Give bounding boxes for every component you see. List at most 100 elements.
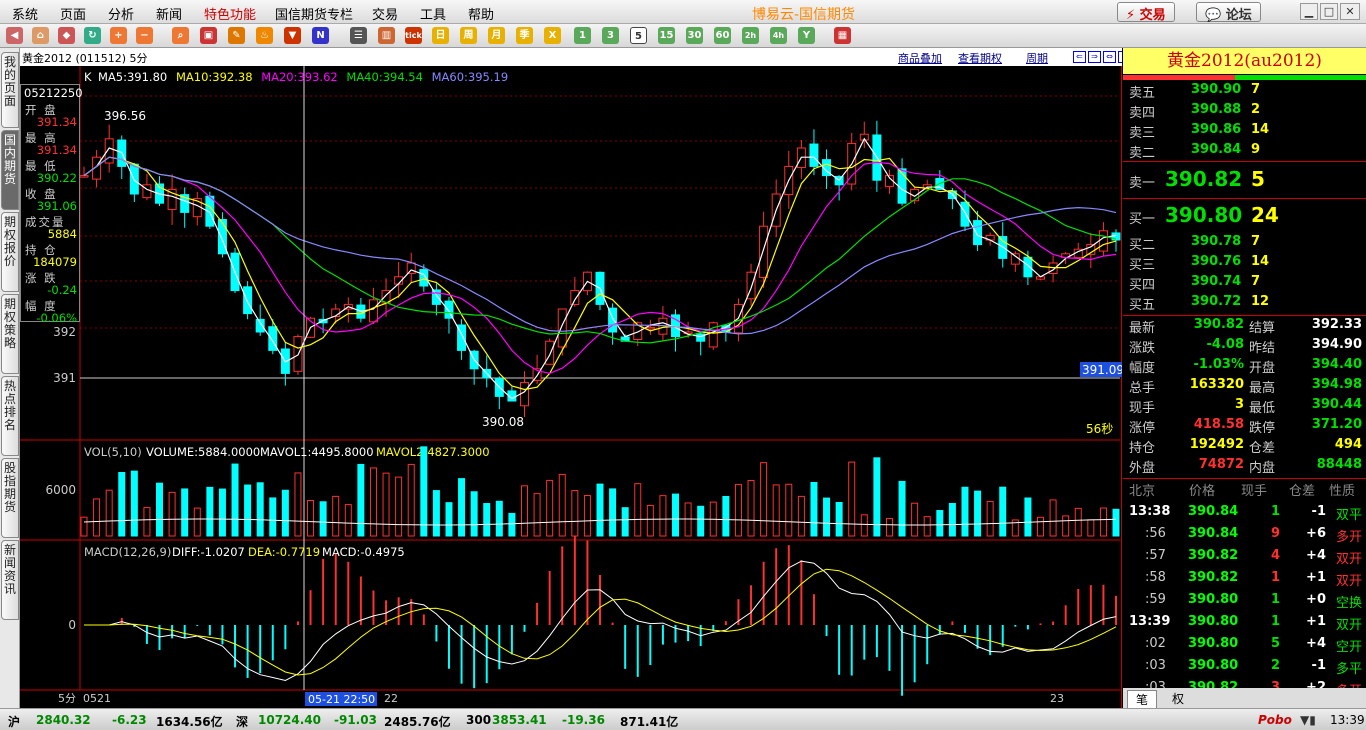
- stat-label: 内盘: [1249, 461, 1276, 476]
- candle-body: [973, 220, 983, 246]
- nav-left-icon[interactable]: ⇐: [1073, 51, 1086, 63]
- minimize-icon[interactable]: ▁: [1300, 3, 1318, 20]
- period-x-button[interactable]: X: [544, 27, 561, 44]
- volume-bar: [734, 483, 742, 537]
- search-icon[interactable]: ⌕: [172, 27, 189, 44]
- menu-page[interactable]: 页面: [60, 4, 86, 23]
- period-quarter-button[interactable]: 季: [516, 27, 533, 44]
- tick-price: 390.80: [1188, 636, 1239, 651]
- stat-row: 现手 3 最低 390.44: [1123, 397, 1366, 417]
- volume-bar: [508, 512, 516, 537]
- view-options-link[interactable]: 查看期权: [958, 50, 1002, 66]
- menu-help[interactable]: 帮助: [468, 4, 494, 23]
- menu-tools[interactable]: 工具: [420, 4, 446, 23]
- sidebar-tab-news[interactable]: 新闻资讯: [1, 540, 19, 620]
- stock-icon[interactable]: ◆: [58, 27, 75, 44]
- tick-volume: 1: [1270, 614, 1280, 629]
- home-icon[interactable]: ⌂: [32, 27, 49, 44]
- volume-bar: [1024, 497, 1032, 537]
- volume-bar: [760, 462, 768, 537]
- calculator-icon[interactable]: ▦: [834, 27, 851, 44]
- sell-level-row[interactable]: 卖五 390.90 7: [1123, 82, 1366, 102]
- info-time: 05212250: [24, 86, 83, 100]
- sidebar-tab-hot-ranking[interactable]: 热点排名: [1, 376, 19, 456]
- menu-system[interactable]: 系统: [12, 4, 38, 23]
- sidebar-tab-option-strategy[interactable]: 期权策略: [1, 294, 19, 374]
- nav-fit-icon[interactable]: ⇔: [1103, 51, 1116, 63]
- period-60-button[interactable]: 60: [714, 27, 731, 44]
- period-2h-button[interactable]: 2h: [742, 27, 759, 44]
- menu-analysis[interactable]: 分析: [108, 4, 134, 23]
- buy-level-row[interactable]: 买五 390.72 12: [1123, 294, 1366, 314]
- volume-bar: [382, 472, 390, 537]
- tick-volume: 9: [1270, 526, 1280, 541]
- sell-level-row[interactable]: 卖四 390.88 2: [1123, 102, 1366, 122]
- y-tick-label: 392: [53, 325, 76, 339]
- sell1-row[interactable]: 卖一 390.82 5: [1123, 166, 1366, 196]
- vol-text: VOLUME:5884.0000: [146, 445, 260, 459]
- trade-button[interactable]: ⚡ 交易: [1117, 2, 1175, 23]
- table-icon[interactable]: ☰: [350, 27, 367, 44]
- sell-level-row[interactable]: 卖二 390.84 9: [1123, 142, 1366, 162]
- maximize-icon[interactable]: □: [1320, 3, 1338, 20]
- sell-level-row[interactable]: 卖三 390.86 14: [1123, 122, 1366, 142]
- period-4h-button[interactable]: 4h: [770, 27, 787, 44]
- tick-price: 390.82: [1188, 548, 1239, 563]
- menu-guoxin[interactable]: 国信期货专栏: [275, 4, 353, 23]
- stat-label: 最高: [1249, 381, 1276, 396]
- sidebar-tab-index-futures[interactable]: 股指期货: [1, 458, 19, 538]
- period-15-button[interactable]: 15: [658, 27, 675, 44]
- contract-title: 黄金2012(au2012): [1123, 48, 1366, 74]
- period-y-button[interactable]: Y: [798, 27, 815, 44]
- filter-icon[interactable]: ▼: [284, 27, 301, 44]
- period-3-button[interactable]: 3: [602, 27, 619, 44]
- buy-level-row[interactable]: 买二 390.78 7: [1123, 234, 1366, 254]
- volume-bar: [571, 490, 579, 537]
- period-5-button[interactable]: 5: [630, 27, 647, 44]
- menu-news[interactable]: 新闻: [156, 4, 182, 23]
- stat-value: 394.90: [1311, 337, 1362, 352]
- tab-rights[interactable]: 权: [1163, 690, 1193, 707]
- sidebar-tab-domestic-futures[interactable]: 国内期货: [1, 130, 19, 210]
- buy-level-row[interactable]: 买四 390.74 7: [1123, 274, 1366, 294]
- tick-icon[interactable]: tick: [405, 27, 422, 44]
- forum-button[interactable]: 💬 论坛: [1196, 2, 1261, 23]
- period-day-button[interactable]: 日: [432, 27, 449, 44]
- nav-right-icon[interactable]: ⇒: [1088, 51, 1101, 63]
- stat-value: -4.08: [1206, 337, 1244, 352]
- close-icon[interactable]: ✕: [1340, 3, 1360, 20]
- pen-icon[interactable]: ✎: [228, 27, 245, 44]
- buy1-row[interactable]: 买一 390.80 24: [1123, 202, 1366, 232]
- bell-icon[interactable]: ♨: [256, 27, 273, 44]
- overlay-link[interactable]: 商品叠加: [898, 50, 942, 66]
- buy-level-row[interactable]: 买三 390.76 14: [1123, 254, 1366, 274]
- sidebar-tab-my-page[interactable]: 我的页面: [1, 52, 19, 128]
- info-value: 5884: [47, 227, 77, 241]
- zoom-out-icon[interactable]: −: [136, 27, 153, 44]
- period-month-button[interactable]: 月: [488, 27, 505, 44]
- period-week-button[interactable]: 周: [460, 27, 477, 44]
- tick-volume: 5: [1270, 636, 1280, 651]
- volume-bar: [898, 480, 906, 537]
- chart-canvas[interactable]: 392 391 396.56 390.08 391.09 56秒 VOL(5,10) VOLU…: [20, 66, 1122, 708]
- refresh-icon[interactable]: ↻: [84, 27, 101, 44]
- volume-bar: [307, 499, 315, 537]
- kline-chart-panel[interactable]: 黄金2012 (011512) 5分 商品叠加 查看期权 周期 ⇐ ⇒ ⇔ 39…: [20, 48, 1122, 708]
- nav-close-icon[interactable]: [1118, 51, 1122, 63]
- sidebar-tab-option-quotes[interactable]: 期权报价: [1, 212, 19, 292]
- period-1-button[interactable]: 1: [574, 27, 591, 44]
- new-icon[interactable]: N: [312, 27, 329, 44]
- bar-chart-icon[interactable]: ▥: [378, 27, 395, 44]
- candle-body: [406, 262, 416, 274]
- period-30-button[interactable]: 30: [686, 27, 703, 44]
- stat-label: 涨停: [1129, 421, 1156, 436]
- menu-trade[interactable]: 交易: [372, 4, 398, 23]
- tab-ticks[interactable]: 笔: [1127, 690, 1157, 709]
- period-link[interactable]: 周期: [1026, 50, 1048, 66]
- macd-text: MACD:-0.4975: [322, 545, 405, 559]
- back-icon[interactable]: ◀: [6, 27, 23, 44]
- menu-special[interactable]: 特色功能: [204, 4, 256, 23]
- zoom-in-icon[interactable]: +: [110, 27, 127, 44]
- window-icon[interactable]: ▣: [200, 27, 217, 44]
- stat-label: 外盘: [1129, 461, 1156, 476]
